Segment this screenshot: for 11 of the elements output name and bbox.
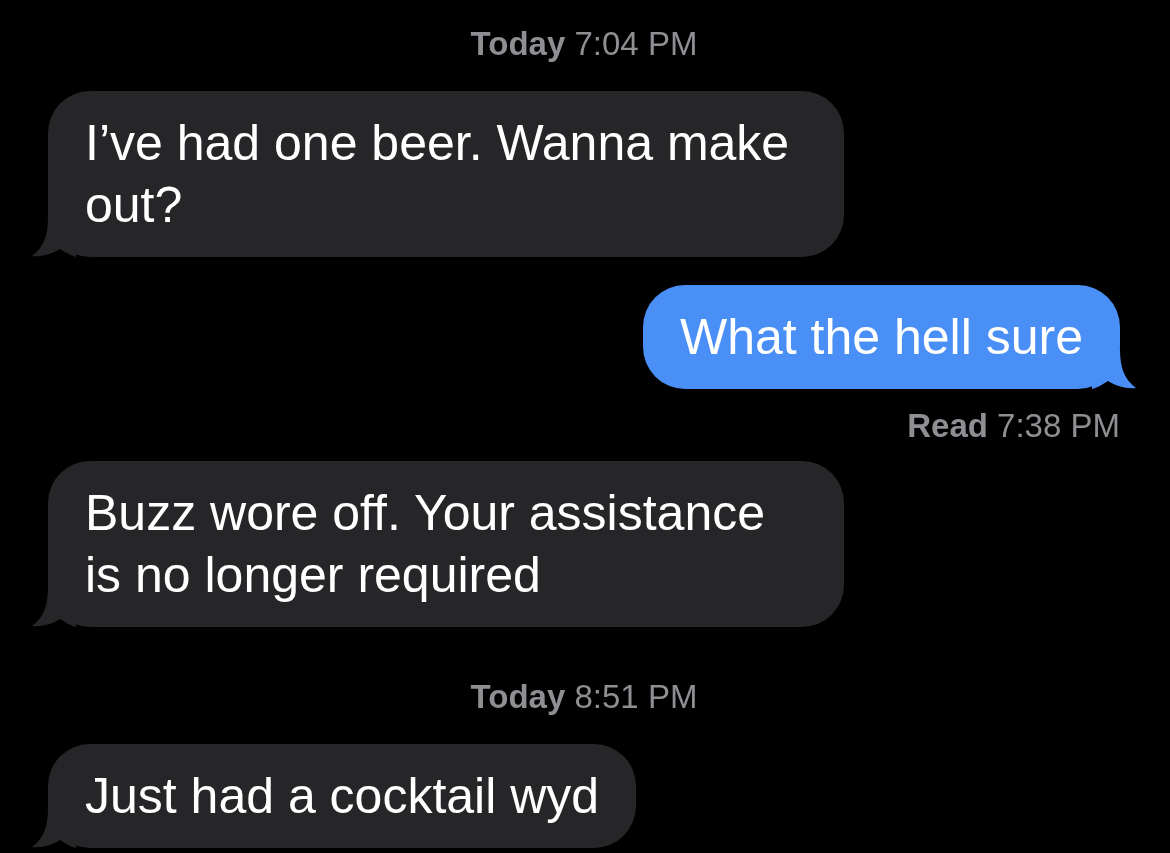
sent-message-bubble: What the hell sure — [643, 285, 1120, 389]
received-message-bubble: Buzz wore off. Your assistance is no longer required — [48, 461, 844, 627]
read-receipt: Read 7:38 PM — [907, 407, 1120, 445]
received-message-bubble: Just had a cocktail wyd — [48, 744, 637, 848]
timestamp: Today 8:51 PM — [470, 678, 698, 716]
bubble-tail-icon — [32, 808, 76, 848]
received-message-bubble: I’ve had one beer. Wanna make out? — [48, 91, 844, 257]
timestamp: Today 7:04 PM — [470, 25, 698, 63]
bubble-tail-icon — [1092, 349, 1136, 389]
bubble-tail-icon — [32, 217, 76, 257]
bubble-tail-icon — [32, 587, 76, 627]
